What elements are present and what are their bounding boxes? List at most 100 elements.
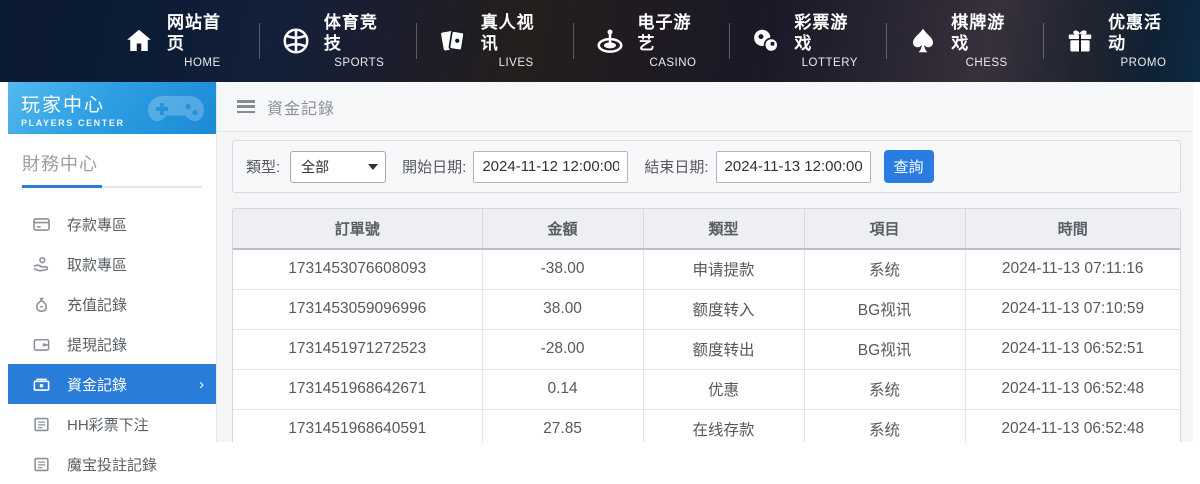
type-cell: 申请提款: [643, 249, 805, 290]
finance-center-section-title: 財務中心: [22, 154, 98, 174]
table-row: 1731451968640591 27.85 在线存款 系统 2024-11-13 06…: [233, 409, 1180, 442]
sidebar-item-4[interactable]: 資金記錄 ›: [8, 364, 216, 404]
spade-icon: [908, 26, 938, 56]
order-no-cell: 1731453059096996: [233, 289, 483, 330]
top-nav-items: 网站首页 HOME 体育竞技 SPORTS 真人视讯 LIVES 电子游艺 CASINO 彩票游…: [0, 0, 1200, 82]
page-title: 資金記錄: [267, 100, 336, 118]
table-row: 1731453059096996 38.00 额度转入 BG视讯 2024-11-13 …: [233, 289, 1180, 330]
time-cell: 2024-11-13 06:52:48: [965, 369, 1180, 410]
start-date-label: 開始日期:: [402, 159, 467, 176]
list-icon: [32, 455, 51, 474]
type-select[interactable]: 全部: [290, 150, 387, 183]
nav-label-en: LIVES: [498, 56, 534, 69]
time-cell: 2024-11-13 07:11:16: [965, 249, 1180, 290]
sidebar-item-label: 取款專區: [67, 256, 128, 274]
funds-table: 訂單號 金額 類型 項目 時間 1731453076608093 -38.00 申请提款 系统…: [233, 209, 1180, 442]
table-body: 1731453076608093 -38.00 申请提款 系统 2024-11-13 0…: [233, 249, 1180, 442]
order-no-cell: 1731451968642671: [233, 369, 483, 410]
time-cell: 2024-11-13 07:10:59: [965, 289, 1180, 330]
sidebar-item-label: 提現記錄: [67, 336, 128, 354]
column-header-project: 項目: [804, 209, 966, 250]
table-header-row: 訂單號 金額 類型 項目 時間: [233, 209, 1180, 250]
menu-toggle-icon[interactable]: [237, 100, 255, 113]
wallet-icon: [32, 335, 51, 354]
table-row: 1731451971272523 -28.00 额度转出 BG视讯 2024-11-13…: [233, 329, 1180, 370]
sidebar-item-6[interactable]: 魔宝投註記錄: [8, 444, 216, 484]
sidebar-item-2[interactable]: 充值記錄: [8, 284, 216, 324]
nav-item-lottery[interactable]: 彩票游戏 LOTTERY: [730, 12, 886, 70]
nav-label-zh: 真人视讯: [480, 13, 535, 54]
sidebar-item-5[interactable]: HH彩票下注: [8, 404, 216, 444]
time-cell: 2024-11-13 06:52:51: [965, 329, 1180, 370]
nav-label-zh: 优惠活动: [1108, 13, 1163, 54]
time-cell: 2024-11-13 06:52:48: [965, 409, 1180, 442]
table-row: 1731451968642671 0.14 优惠 系统 2024-11-13 06:52…: [233, 369, 1180, 410]
type-cell: 额度转入: [643, 289, 805, 330]
column-header-time: 時間: [965, 209, 1180, 250]
sidebar-item-label: 魔宝投註記錄: [67, 456, 158, 474]
basketball-icon: [281, 26, 311, 56]
sidebar-item-1[interactable]: 取款專區: [8, 244, 216, 284]
type-select-wrap: 全部: [290, 150, 387, 183]
credit-card-icon: [32, 215, 51, 234]
nav-item-sports[interactable]: 体育竞技 SPORTS: [260, 12, 416, 70]
amount-cell: -28.00: [482, 329, 644, 370]
nav-item-casino[interactable]: 电子游艺 CASINO: [574, 12, 730, 70]
top-nav-bar: 网站首页 HOME 体育竞技 SPORTS 真人视讯 LIVES 电子游艺 CASINO 彩票游…: [0, 0, 1200, 82]
nav-label-zh: 体育竞技: [323, 13, 378, 54]
sidebar-menu: 存款專區取款專區充值記錄提現記錄資金記錄 › HH彩票下注 魔宝投註記錄: [8, 204, 216, 484]
table-row: 1731453076608093 -38.00 申请提款 系统 2024-11-13 0…: [233, 249, 1180, 290]
order-no-cell: 1731451971272523: [233, 329, 483, 370]
nav-label-en: CASINO: [649, 56, 697, 69]
funds-table-panel: 訂單號 金額 類型 項目 時間 1731453076608093 -38.00 申请提款 系统…: [232, 208, 1181, 442]
nav-label-en: LOTTERY: [801, 56, 858, 69]
sidebar-item-label: 資金記錄: [67, 376, 128, 394]
type-cell: 额度转出: [643, 329, 805, 370]
sidebar: 玩家中心 PLAYERS CENTER 財務中心 存款專區 取款專區 充值記錄 提現記…: [8, 82, 217, 474]
start-date-input[interactable]: [473, 150, 629, 183]
money-bag-icon: [32, 295, 51, 314]
sidebar-item-3[interactable]: 提現記錄: [8, 324, 216, 364]
gift-icon: [1065, 26, 1095, 56]
column-header-amount: 金額: [482, 209, 644, 250]
nav-label-en: SPORTS: [334, 56, 385, 69]
filter-panel: 類型: 全部 開始日期: 結束日期: 查詢: [232, 140, 1181, 193]
nav-item-chess[interactable]: 棋牌游戏 CHESS: [887, 12, 1043, 70]
list-icon: [32, 415, 51, 434]
end-date-label: 結束日期:: [644, 159, 709, 176]
project-cell: BG视讯: [804, 329, 966, 370]
home-icon: [124, 26, 154, 56]
sidebar-item-label: 存款專區: [67, 216, 128, 234]
type-cell: 优惠: [643, 369, 805, 410]
nav-item-promo[interactable]: 优惠活动 PROMO: [1044, 12, 1200, 70]
nav-item-lives[interactable]: 真人视讯 LIVES: [417, 12, 573, 70]
amount-cell: 38.00: [482, 289, 644, 330]
nav-label-zh: 电子游艺: [637, 13, 692, 54]
type-cell: 在线存款: [643, 409, 805, 442]
section-divider: [22, 185, 202, 188]
nav-item-home[interactable]: 网站首页 HOME: [103, 12, 259, 70]
order-no-cell: 1731453076608093: [233, 249, 483, 290]
withdraw-hand-icon: [32, 255, 51, 274]
project-cell: BG视讯: [804, 289, 966, 330]
banknotes-icon: [32, 375, 51, 394]
column-header-type: 類型: [643, 209, 805, 250]
search-button[interactable]: 查詢: [883, 150, 934, 183]
roulette-icon: [595, 26, 625, 56]
amount-cell: 0.14: [482, 369, 644, 410]
nav-label-zh: 棋牌游戏: [951, 13, 1006, 54]
column-header-order-no: 訂單號: [233, 209, 483, 250]
sidebar-item-label: HH彩票下注: [67, 416, 149, 434]
nav-label-en: CHESS: [965, 56, 1008, 69]
amount-cell: -38.00: [482, 249, 644, 290]
project-cell: 系统: [804, 369, 966, 410]
playing-cards-icon: [438, 26, 468, 56]
project-cell: 系统: [804, 249, 966, 290]
lottery-balls-icon: [751, 26, 781, 56]
nav-label-zh: 网站首页: [167, 13, 221, 54]
project-cell: 系统: [804, 409, 966, 442]
order-no-cell: 1731451968640591: [233, 409, 483, 442]
type-label: 類型:: [246, 159, 281, 176]
end-date-input[interactable]: [715, 150, 871, 183]
sidebar-item-0[interactable]: 存款專區: [8, 204, 216, 244]
